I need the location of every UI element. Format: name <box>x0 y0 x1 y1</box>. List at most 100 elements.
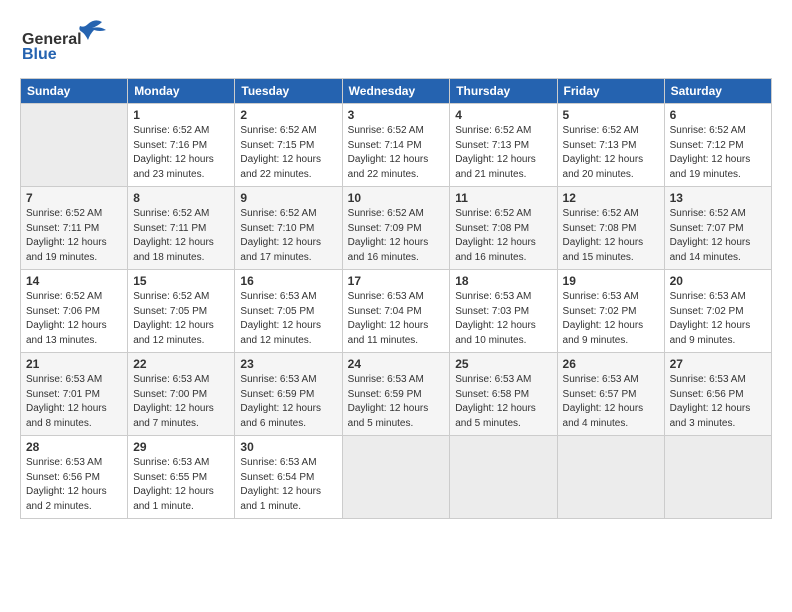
day-cell: 13 Sunrise: 6:52 AM Sunset: 7:07 PM Dayli… <box>664 187 771 270</box>
day-cell: 18 Sunrise: 6:53 AM Sunset: 7:03 PM Dayli… <box>450 270 557 353</box>
day-number: 24 <box>348 357 445 371</box>
header-sunday: Sunday <box>21 79 128 104</box>
day-info: Sunrise: 6:52 AM Sunset: 7:09 PM Dayligh… <box>348 207 445 265</box>
day-cell: 20 Sunrise: 6:53 AM Sunset: 7:02 PM Dayli… <box>664 270 771 353</box>
day-info: Sunrise: 6:53 AM Sunset: 7:03 PM Dayligh… <box>455 290 551 348</box>
day-info: Sunrise: 6:52 AM Sunset: 7:08 PM Dayligh… <box>563 207 659 265</box>
day-number: 19 <box>563 274 659 288</box>
day-number: 2 <box>240 108 336 122</box>
day-number: 29 <box>133 440 229 454</box>
day-cell: 5 Sunrise: 6:52 AM Sunset: 7:13 PM Daylig… <box>557 104 664 187</box>
day-number: 5 <box>563 108 659 122</box>
day-number: 10 <box>348 191 445 205</box>
day-info: Sunrise: 6:52 AM Sunset: 7:13 PM Dayligh… <box>563 124 659 182</box>
day-cell <box>450 436 557 519</box>
day-number: 23 <box>240 357 336 371</box>
logo-text: General Blue <box>20 16 130 66</box>
page-container: General Blue SundayMondayTuesdayWednesda… <box>0 0 792 529</box>
day-info: Sunrise: 6:52 AM Sunset: 7:13 PM Dayligh… <box>455 124 551 182</box>
day-number: 28 <box>26 440 122 454</box>
day-cell: 14 Sunrise: 6:52 AM Sunset: 7:06 PM Dayli… <box>21 270 128 353</box>
day-cell: 11 Sunrise: 6:52 AM Sunset: 7:08 PM Dayli… <box>450 187 557 270</box>
logo: General Blue <box>20 16 130 66</box>
day-number: 16 <box>240 274 336 288</box>
day-info: Sunrise: 6:53 AM Sunset: 6:59 PM Dayligh… <box>240 373 336 431</box>
day-cell: 23 Sunrise: 6:53 AM Sunset: 6:59 PM Dayli… <box>235 353 342 436</box>
day-cell: 17 Sunrise: 6:53 AM Sunset: 7:04 PM Dayli… <box>342 270 450 353</box>
day-info: Sunrise: 6:52 AM Sunset: 7:15 PM Dayligh… <box>240 124 336 182</box>
svg-text:Blue: Blue <box>22 46 57 61</box>
day-number: 6 <box>670 108 766 122</box>
day-cell: 4 Sunrise: 6:52 AM Sunset: 7:13 PM Daylig… <box>450 104 557 187</box>
header-wednesday: Wednesday <box>342 79 450 104</box>
day-number: 20 <box>670 274 766 288</box>
day-number: 17 <box>348 274 445 288</box>
day-info: Sunrise: 6:52 AM Sunset: 7:16 PM Dayligh… <box>133 124 229 182</box>
week-row-1: 1 Sunrise: 6:52 AM Sunset: 7:16 PM Daylig… <box>21 104 772 187</box>
day-cell: 2 Sunrise: 6:52 AM Sunset: 7:15 PM Daylig… <box>235 104 342 187</box>
day-info: Sunrise: 6:53 AM Sunset: 7:02 PM Dayligh… <box>563 290 659 348</box>
day-info: Sunrise: 6:53 AM Sunset: 6:54 PM Dayligh… <box>240 456 336 514</box>
day-cell: 30 Sunrise: 6:53 AM Sunset: 6:54 PM Dayli… <box>235 436 342 519</box>
day-cell: 9Sunrise: 6:52 AM Sunset: 7:10 PM Daylig… <box>235 187 342 270</box>
header-monday: Monday <box>128 79 235 104</box>
day-number: 22 <box>133 357 229 371</box>
day-cell: 19 Sunrise: 6:53 AM Sunset: 7:02 PM Dayli… <box>557 270 664 353</box>
day-info: Sunrise: 6:53 AM Sunset: 6:57 PM Dayligh… <box>563 373 659 431</box>
day-cell: 12 Sunrise: 6:52 AM Sunset: 7:08 PM Dayli… <box>557 187 664 270</box>
day-number: 18 <box>455 274 551 288</box>
day-info: Sunrise: 6:53 AM Sunset: 6:58 PM Dayligh… <box>455 373 551 431</box>
day-info: Sunrise: 6:52 AM Sunset: 7:08 PM Dayligh… <box>455 207 551 265</box>
day-cell: 28 Sunrise: 6:53 AM Sunset: 6:56 PM Dayli… <box>21 436 128 519</box>
header-thursday: Thursday <box>450 79 557 104</box>
day-info: Sunrise: 6:52 AM Sunset: 7:12 PM Dayligh… <box>670 124 766 182</box>
day-cell <box>557 436 664 519</box>
day-info: Sunrise: 6:53 AM Sunset: 6:55 PM Dayligh… <box>133 456 229 514</box>
day-cell: 6 Sunrise: 6:52 AM Sunset: 7:12 PM Daylig… <box>664 104 771 187</box>
day-info: Sunrise: 6:53 AM Sunset: 6:56 PM Dayligh… <box>26 456 122 514</box>
week-row-4: 21 Sunrise: 6:53 AM Sunset: 7:01 PM Dayli… <box>21 353 772 436</box>
week-row-5: 28 Sunrise: 6:53 AM Sunset: 6:56 PM Dayli… <box>21 436 772 519</box>
day-cell: 26Sunrise: 6:53 AM Sunset: 6:57 PM Dayli… <box>557 353 664 436</box>
day-info: Sunrise: 6:52 AM Sunset: 7:11 PM Dayligh… <box>133 207 229 265</box>
day-cell: 25 Sunrise: 6:53 AM Sunset: 6:58 PM Dayli… <box>450 353 557 436</box>
day-info: Sunrise: 6:53 AM Sunset: 6:59 PM Dayligh… <box>348 373 445 431</box>
day-number: 14 <box>26 274 122 288</box>
day-cell: 29 Sunrise: 6:53 AM Sunset: 6:55 PM Dayli… <box>128 436 235 519</box>
day-number: 1 <box>133 108 229 122</box>
day-info: Sunrise: 6:53 AM Sunset: 7:04 PM Dayligh… <box>348 290 445 348</box>
day-number: 21 <box>26 357 122 371</box>
day-number: 12 <box>563 191 659 205</box>
day-cell: 21 Sunrise: 6:53 AM Sunset: 7:01 PM Dayli… <box>21 353 128 436</box>
calendar-table: SundayMondayTuesdayWednesdayThursdayFrid… <box>20 78 772 519</box>
week-row-3: 14 Sunrise: 6:52 AM Sunset: 7:06 PM Dayli… <box>21 270 772 353</box>
day-number: 11 <box>455 191 551 205</box>
day-number: 4 <box>455 108 551 122</box>
day-cell: 27 Sunrise: 6:53 AM Sunset: 6:56 PM Dayli… <box>664 353 771 436</box>
day-info: Sunrise: 6:52 AM Sunset: 7:14 PM Dayligh… <box>348 124 445 182</box>
day-number: 3 <box>348 108 445 122</box>
day-info: Sunrise: 6:52 AM Sunset: 7:06 PM Dayligh… <box>26 290 122 348</box>
day-cell <box>21 104 128 187</box>
page-header: General Blue <box>20 16 772 66</box>
day-info: Sunrise: 6:53 AM Sunset: 6:56 PM Dayligh… <box>670 373 766 431</box>
day-info: Sunrise: 6:53 AM Sunset: 7:02 PM Dayligh… <box>670 290 766 348</box>
day-number: 25 <box>455 357 551 371</box>
day-cell: 3 Sunrise: 6:52 AM Sunset: 7:14 PM Daylig… <box>342 104 450 187</box>
day-number: 9 <box>240 191 336 205</box>
day-number: 30 <box>240 440 336 454</box>
calendar-header-row: SundayMondayTuesdayWednesdayThursdayFrid… <box>21 79 772 104</box>
day-cell: 1 Sunrise: 6:52 AM Sunset: 7:16 PM Daylig… <box>128 104 235 187</box>
day-cell <box>342 436 450 519</box>
day-number: 8 <box>133 191 229 205</box>
day-number: 27 <box>670 357 766 371</box>
day-info: Sunrise: 6:52 AM Sunset: 7:07 PM Dayligh… <box>670 207 766 265</box>
header-saturday: Saturday <box>664 79 771 104</box>
day-cell: 10 Sunrise: 6:52 AM Sunset: 7:09 PM Dayli… <box>342 187 450 270</box>
header-friday: Friday <box>557 79 664 104</box>
day-info: Sunrise: 6:53 AM Sunset: 7:01 PM Dayligh… <box>26 373 122 431</box>
week-row-2: 7Sunrise: 6:52 AM Sunset: 7:11 PM Daylig… <box>21 187 772 270</box>
day-number: 13 <box>670 191 766 205</box>
day-cell: 8 Sunrise: 6:52 AM Sunset: 7:11 PM Daylig… <box>128 187 235 270</box>
day-cell: 7Sunrise: 6:52 AM Sunset: 7:11 PM Daylig… <box>21 187 128 270</box>
